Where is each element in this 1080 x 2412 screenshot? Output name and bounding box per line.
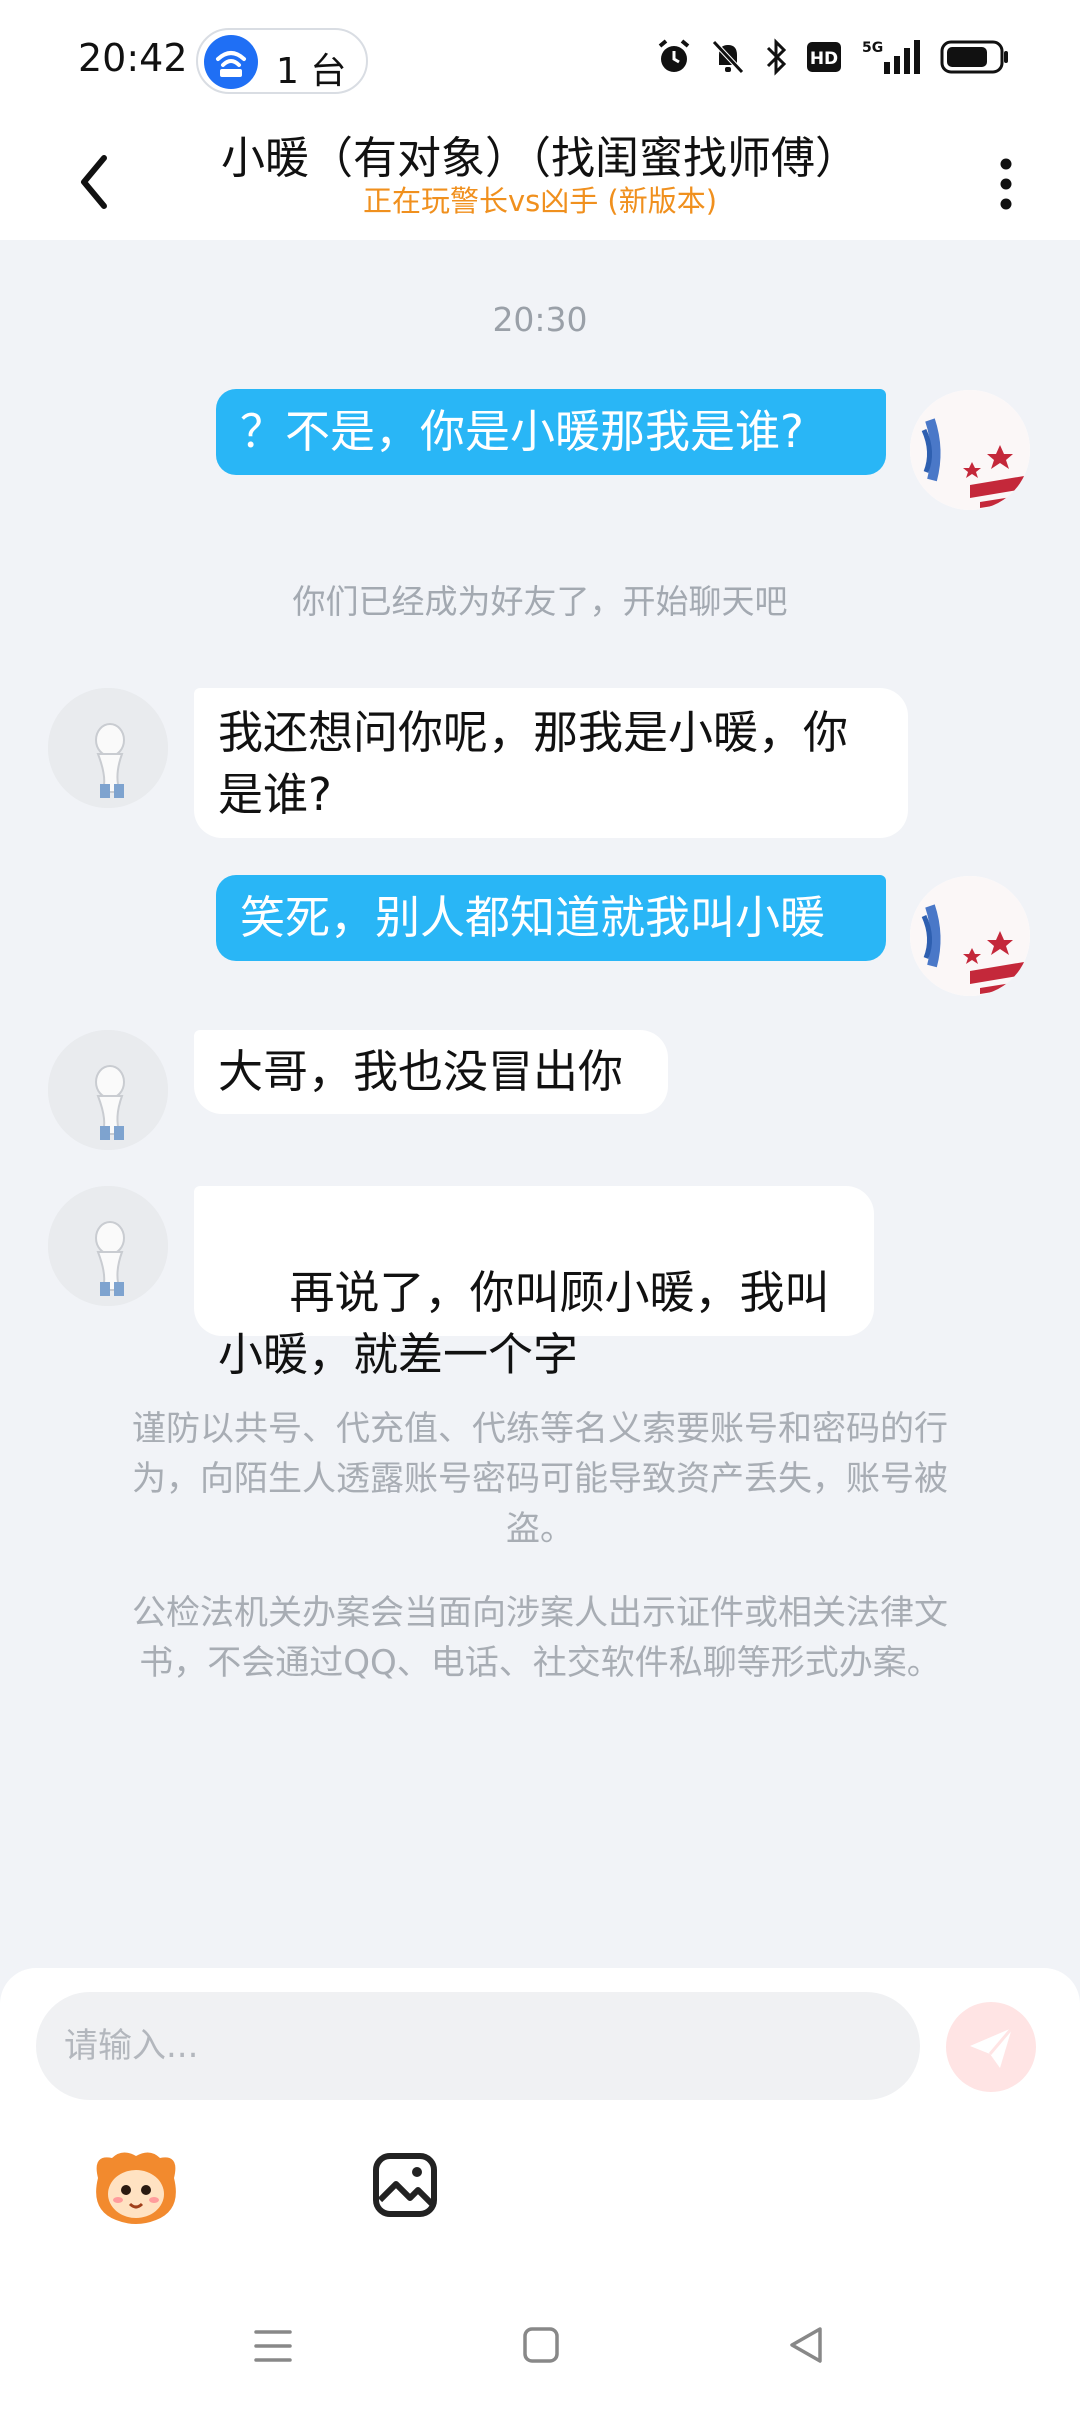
message-list[interactable]: 20:30 ？不是，你是小暖那我是谁? 你们已经成为好友了，开始聊天吧 我还想问… (0, 240, 1080, 1970)
svg-text:5G: 5G (862, 40, 883, 56)
system-icons: HD 5G (656, 38, 1010, 76)
more-vertical-icon (1000, 158, 1012, 210)
message-text: 再说了，你叫顾小暖，我叫小暖，就差一个字 (218, 1266, 830, 1381)
image-icon (373, 2153, 437, 2217)
status-time: 20:42 (78, 36, 188, 80)
outgoing-message-bubble[interactable]: 笑死，别人都知道就我叫小暖 (216, 875, 886, 961)
square-home-icon (523, 2327, 559, 2363)
contact-avatar-image (48, 688, 168, 808)
svg-text:HD: HD (810, 49, 838, 69)
5g-signal-icon: 5G (862, 40, 920, 74)
message-text: ？不是，你是小暖那我是谁? (240, 405, 804, 458)
message-timestamp: 20:30 (492, 300, 588, 339)
nav-home-button[interactable] (522, 2324, 560, 2366)
security-notice-account: 谨防以共号、代充值、代练等名义索要账号和密码的行为，向陌生人透露账号密码可能导致… (132, 1409, 948, 1549)
security-notice-police: 公检法机关办案会当面向涉案人出示证件或相关法律文书，不会通过QQ、电话、社交软件… (132, 1593, 948, 1683)
incoming-message-bubble[interactable]: 我还想问你呢，那我是小暖，你是谁? (194, 688, 908, 838)
contact-avatar-image (48, 1030, 168, 1150)
chat-title: 小暖（有对象）（找闺蜜找师傅） (221, 133, 859, 184)
message-text: 笑死，别人都知道就我叫小暖 (240, 891, 826, 944)
status-bar: 20:42 1 台 HD 5G (0, 0, 1080, 120)
image-picker-button[interactable] (372, 2152, 438, 2218)
contact-avatar[interactable] (48, 1186, 168, 1306)
self-avatar[interactable] (910, 390, 1030, 510)
mascot-face-icon (96, 2152, 176, 2224)
outgoing-message-bubble[interactable]: ？不是，你是小暖那我是谁? (216, 389, 886, 475)
message-input[interactable] (36, 1992, 920, 2100)
menu-lines-icon (254, 2330, 292, 2362)
contact-avatar-image (48, 1186, 168, 1306)
incoming-message-bubble[interactable]: 大哥，我也没冒出你 (194, 1030, 668, 1114)
mute-bell-icon (712, 40, 744, 74)
system-message: 你们已经成为好友了，开始聊天吧 (292, 582, 788, 621)
hotspot-indicator[interactable]: 1 台 (196, 28, 368, 94)
hd-icon: HD (807, 42, 841, 72)
back-button[interactable] (64, 136, 124, 216)
bluetooth-icon (766, 38, 787, 76)
paper-plane-icon (970, 2027, 1014, 2068)
nav-back-button[interactable] (786, 2324, 826, 2366)
contact-avatar[interactable] (48, 1030, 168, 1150)
more-options-button[interactable] (986, 140, 1026, 216)
system-nav-bar (0, 2290, 1080, 2412)
contact-avatar[interactable] (48, 688, 168, 808)
hotspot-count: 1 台 (276, 51, 347, 92)
triangle-back-icon (790, 2327, 822, 2363)
chat-header: 小暖（有对象）（找闺蜜找师傅） 正在玩警长vs凶手 (新版本) (0, 120, 1080, 240)
message-text: 大哥，我也没冒出你 (218, 1045, 624, 1098)
nav-recents-button[interactable] (252, 2326, 294, 2366)
battery-icon (940, 40, 1008, 74)
chat-subtitle-game-status[interactable]: 正在玩警长vs凶手 (新版本) (150, 178, 930, 220)
message-text: 我还想问你呢，那我是小暖，你是谁? (218, 706, 849, 821)
incoming-message-bubble[interactable]: 再说了，你叫顾小暖，我叫小暖，就差一个字 (194, 1186, 874, 1381)
user-avatar-image (910, 876, 1030, 996)
emoji-mascot-button[interactable] (92, 2148, 180, 2228)
hotspot-icon (204, 35, 258, 89)
chevron-left-icon (81, 155, 107, 209)
alarm-icon (658, 39, 690, 72)
self-avatar[interactable] (910, 876, 1030, 996)
send-button[interactable] (946, 2002, 1036, 2092)
user-avatar-image (910, 390, 1030, 510)
